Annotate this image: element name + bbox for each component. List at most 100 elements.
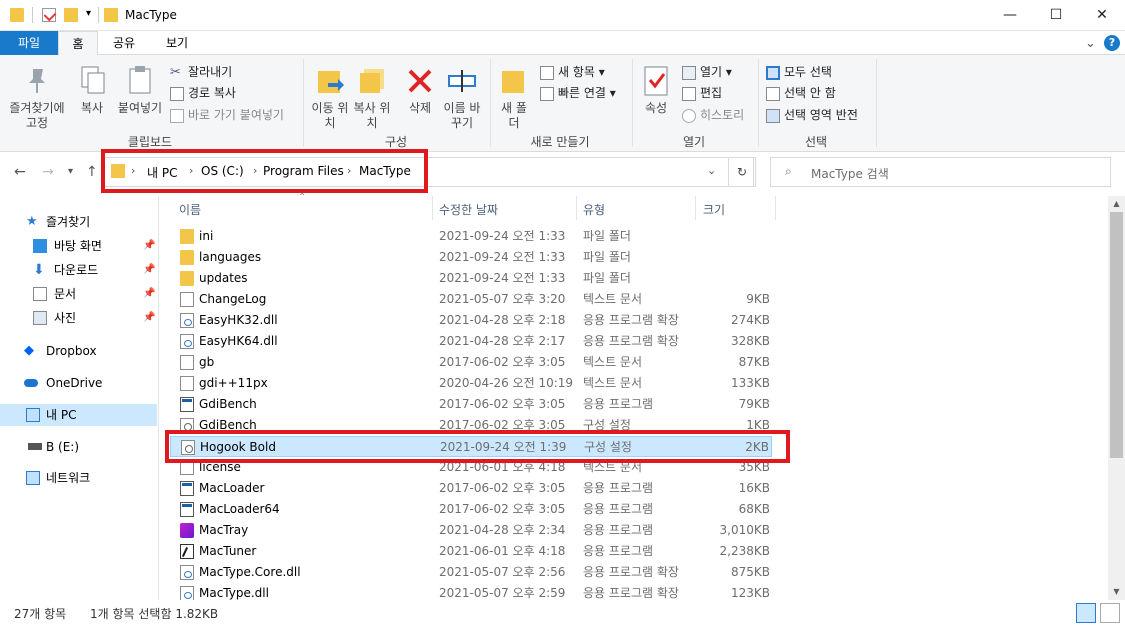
move-to-button[interactable]: 이동 위치 xyxy=(310,65,350,131)
refresh-icon[interactable]: ↻ xyxy=(728,157,756,187)
nav-documents[interactable]: 문서 📌 xyxy=(0,283,157,305)
file-size: 9KB xyxy=(746,292,770,306)
forward-arrow-icon[interactable]: → xyxy=(42,164,54,180)
delete-button[interactable]: 삭제 xyxy=(400,65,440,116)
file-row[interactable]: updates 2021-09-24 오전 1:33 파일 폴더 xyxy=(170,268,772,289)
scrollbar-thumb[interactable] xyxy=(1110,212,1123,458)
file-row[interactable]: MacType.Core.dll 2021-05-07 오후 2:56 응용 프로그… xyxy=(170,562,772,583)
copy-to-button[interactable]: 복사 위치 xyxy=(352,65,392,131)
file-row[interactable]: MacTuner 2021-06-01 오후 4:18 응용 프로그램 2,238KB xyxy=(170,541,772,562)
file-row[interactable]: GdiBench 2017-06-02 오후 3:05 응용 프로그램 79KB xyxy=(170,394,772,415)
invert-selection-button[interactable]: 선택 영역 반전 xyxy=(766,106,858,123)
nav-drive-b[interactable]: B (E:) xyxy=(0,436,157,458)
file-date: 2021-05-07 오후 3:20 xyxy=(439,292,566,306)
history-button[interactable]: 히스토리 xyxy=(682,106,744,123)
recent-locations-icon[interactable]: ▾ xyxy=(68,166,73,177)
navigation-pane: ★ 즐겨찾기 바탕 화면 📌 ⬇ 다운로드 📌 문서 📌 사진 📌 ◆ Drop… xyxy=(0,196,158,600)
address-dropdown-icon[interactable]: ⌄ xyxy=(707,164,716,177)
pin-icon[interactable]: 📌 xyxy=(143,235,155,257)
file-row[interactable]: MacTray 2021-04-28 오후 2:34 응용 프로그램 3,010KB xyxy=(170,520,772,541)
file-name: EasyHK32.dll xyxy=(199,313,278,327)
copy-button[interactable]: 복사 xyxy=(74,65,110,116)
rename-button[interactable]: 이름 바꾸기 xyxy=(442,65,482,131)
nav-this-pc[interactable]: 내 PC xyxy=(0,404,157,426)
large-icons-view-icon[interactable] xyxy=(1100,603,1120,623)
file-row[interactable]: EasyHK32.dll 2021-04-28 오후 2:18 응용 프로그램 확장… xyxy=(170,310,772,331)
file-row[interactable]: gdi++11px 2020-04-26 오전 10:19 텍스트 문서 133KB xyxy=(170,373,772,394)
file-row[interactable]: gb 2017-06-02 오후 3:05 텍스트 문서 87KB xyxy=(170,352,772,373)
file-row[interactable]: ini 2021-09-24 오전 1:33 파일 폴더 xyxy=(170,226,772,247)
column-size[interactable]: 크기 xyxy=(703,201,725,218)
tab-share[interactable]: 공유 xyxy=(100,31,148,55)
expand-ribbon-icon[interactable]: ⌄ xyxy=(1085,36,1096,51)
new-folder-quick-icon[interactable] xyxy=(64,8,78,22)
search-input[interactable]: ⌕ MacType 검색 xyxy=(770,157,1111,187)
new-item-button[interactable]: 새 항목 ▾ xyxy=(540,63,605,80)
scroll-down-icon[interactable]: ▼ xyxy=(1108,584,1125,600)
nav-network[interactable]: 네트워크 xyxy=(0,467,157,489)
pane-splitter[interactable] xyxy=(158,196,159,600)
new-folder-label: 새 폴더 xyxy=(501,101,527,130)
column-divider[interactable] xyxy=(695,196,696,220)
easy-access-button[interactable]: 빠른 연결 ▾ xyxy=(540,84,616,101)
pin-to-quick-access-button[interactable]: 즐겨찾기에 고정 xyxy=(6,65,68,131)
title-bar: ▾ MacType — ☐ ✕ xyxy=(0,0,1125,31)
paste-button[interactable]: 붙여넣기 xyxy=(114,65,166,116)
paste-shortcut-button[interactable]: 바로 가기 붙여넣기 xyxy=(170,106,284,123)
customize-quick-access-icon[interactable]: ▾ xyxy=(86,8,91,19)
minimize-button[interactable]: — xyxy=(987,0,1033,31)
edit-button[interactable]: 편집 xyxy=(682,84,722,101)
close-button[interactable]: ✕ xyxy=(1079,0,1125,31)
nav-onedrive[interactable]: OneDrive xyxy=(0,372,157,394)
nav-dropbox[interactable]: ◆ Dropbox xyxy=(0,340,157,362)
back-arrow-icon[interactable]: ← xyxy=(14,164,26,180)
file-date: 2021-09-24 오전 1:33 xyxy=(439,229,566,243)
properties-button[interactable]: 속성 xyxy=(638,65,674,116)
file-name: MacLoader xyxy=(199,481,265,495)
cut-button[interactable]: ✂ 잘라내기 xyxy=(170,63,232,80)
tab-home[interactable]: 홈 xyxy=(58,31,98,56)
column-divider[interactable] xyxy=(432,196,433,220)
file-date: 2021-04-28 오후 2:34 xyxy=(439,523,566,537)
pin-icon[interactable]: 📌 xyxy=(143,307,155,329)
maximize-button[interactable]: ☐ xyxy=(1033,0,1079,31)
file-row[interactable]: EasyHK64.dll 2021-04-28 오후 2:17 응용 프로그램 확장… xyxy=(170,331,772,352)
new-folder-button[interactable]: 새 폴더 xyxy=(498,65,530,131)
nav-quick-access-label: 즐겨찾기 xyxy=(46,215,91,229)
column-divider[interactable] xyxy=(775,196,776,220)
nav-quick-access[interactable]: ★ 즐겨찾기 xyxy=(0,211,157,233)
up-arrow-icon[interactable]: ↑ xyxy=(86,164,98,180)
file-row[interactable]: languages 2021-09-24 오전 1:33 파일 폴더 xyxy=(170,247,772,268)
nav-pictures[interactable]: 사진 📌 xyxy=(0,307,157,329)
column-date[interactable]: 수정한 날짜 xyxy=(439,201,498,218)
file-row[interactable]: MacLoader64 2017-06-02 오후 3:05 응용 프로그램 68KB xyxy=(170,499,772,520)
file-date: 2017-06-02 오후 3:05 xyxy=(439,481,566,495)
file-date: 2021-09-24 오전 1:33 xyxy=(439,250,566,264)
properties-quick-icon[interactable] xyxy=(42,8,56,22)
pin-icon[interactable]: 📌 xyxy=(143,283,155,305)
file-row[interactable]: MacLoader 2017-06-02 오후 3:05 응용 프로그램 16KB xyxy=(170,478,772,499)
tab-view[interactable]: 보기 xyxy=(152,31,202,55)
column-name[interactable]: 이름 xyxy=(179,201,201,218)
file-size: 68KB xyxy=(738,502,770,516)
file-type: 응용 프로그램 확장 xyxy=(583,565,679,579)
file-row[interactable]: ChangeLog 2021-05-07 오후 3:20 텍스트 문서 9KB xyxy=(170,289,772,310)
tab-file[interactable]: 파일 xyxy=(0,31,58,55)
file-name: updates xyxy=(199,271,248,285)
select-all-button[interactable]: 모두 선택 xyxy=(766,63,832,80)
help-icon[interactable]: ? xyxy=(1104,35,1120,51)
nav-desktop[interactable]: 바탕 화면 📌 xyxy=(0,235,157,257)
scroll-up-icon[interactable]: ▲ xyxy=(1108,196,1125,212)
delete-label: 삭제 xyxy=(408,101,432,115)
copy-path-button[interactable]: 경로 복사 xyxy=(170,84,236,101)
select-none-button[interactable]: 선택 안 함 xyxy=(766,84,836,101)
details-view-icon[interactable] xyxy=(1076,603,1096,623)
open-button[interactable]: 열기 ▾ xyxy=(682,63,732,80)
nav-downloads[interactable]: ⬇ 다운로드 📌 xyxy=(0,259,157,281)
column-divider[interactable] xyxy=(576,196,577,220)
search-placeholder: MacType 검색 xyxy=(811,167,889,181)
invert-selection-label: 선택 영역 반전 xyxy=(784,108,858,122)
pin-icon[interactable]: 📌 xyxy=(143,259,155,281)
nav-pictures-label: 사진 xyxy=(54,311,77,325)
column-type[interactable]: 유형 xyxy=(583,201,605,218)
